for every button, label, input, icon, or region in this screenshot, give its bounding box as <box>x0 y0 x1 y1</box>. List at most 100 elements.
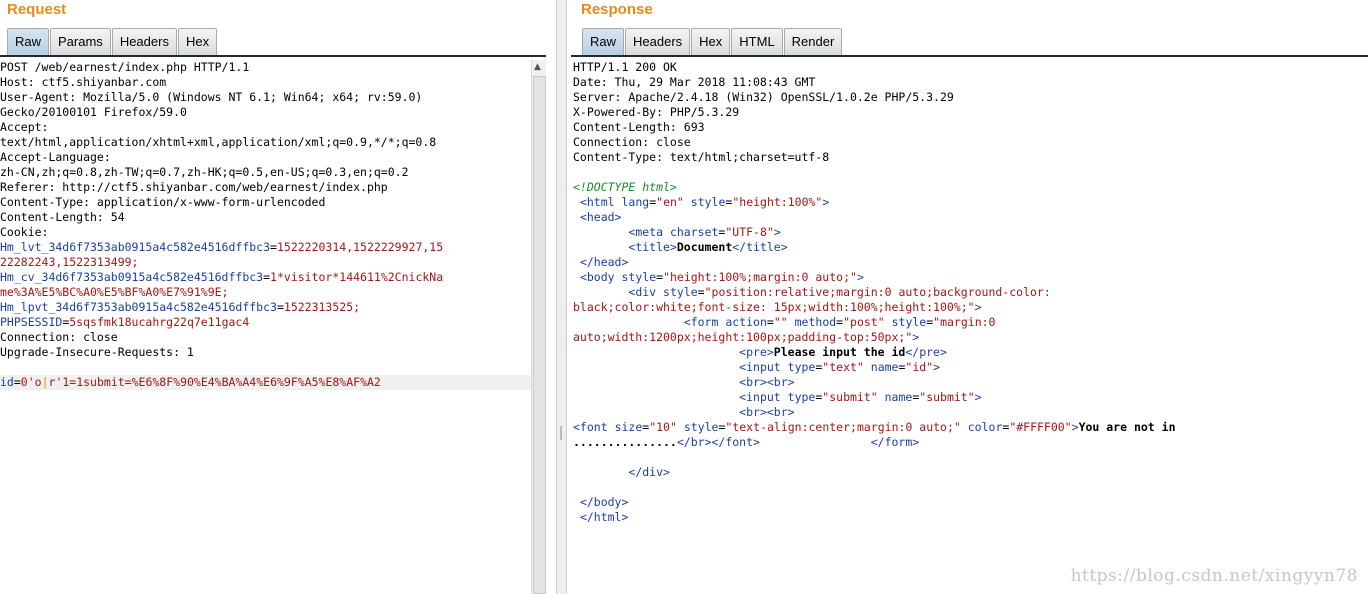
code-token: Document <box>676 240 733 254</box>
code-token: 1*visitor*144611%2CnickNa <box>270 270 444 284</box>
code-token: 0'o <box>20 375 42 389</box>
code-token: id <box>0 375 14 389</box>
code-line: Server: Apache/2.4.18 (Win32) OpenSSL/1.… <box>573 90 1368 105</box>
tab-params[interactable]: Params <box>50 28 111 55</box>
code-token: Gecko/20100101 Firefox/59.0 <box>0 105 187 119</box>
code-line: </head> <box>573 255 1368 270</box>
code-token: style <box>891 315 927 329</box>
code-line: Cookie: <box>0 225 531 240</box>
code-line: Accept-Language: <box>0 150 531 165</box>
response-editor[interactable]: HTTP/1.1 200 OK Date: Thu, 29 Mar 2018 11… <box>573 60 1368 594</box>
code-line: <form action="" method="post" style="mar… <box>573 315 1368 330</box>
code-token: type <box>787 360 816 374</box>
tab-raw[interactable]: Raw <box>582 28 625 55</box>
code-line: </div> <box>573 465 1368 480</box>
code-line: me%3A%E5%BC%A0%E5%BF%A0%E7%91%9E; <box>0 285 531 300</box>
code-line: <br><br> <box>573 375 1368 390</box>
code-token: "en" <box>656 195 684 209</box>
code-token: "post" <box>843 315 885 329</box>
code-token: color <box>967 420 1003 434</box>
tab-hex[interactable]: Hex <box>691 28 731 55</box>
request-editor[interactable]: POST /web/earnest/index.php HTTP/1.1 Host… <box>0 60 531 594</box>
code-token: "margin:0 <box>933 315 996 329</box>
scroll-up-icon[interactable]: ▲ <box>534 62 541 72</box>
code-token: </pre> <box>905 345 947 359</box>
code-line: <br><br> <box>573 405 1368 420</box>
text-caret: | <box>41 375 49 389</box>
code-token: > <box>974 390 982 404</box>
code-token: "position:relative;margin:0 auto;backgro… <box>704 285 1051 299</box>
code-token: </br></font> <box>676 435 760 449</box>
code-line: Hm_cv_34d6f7353ab0915a4c582e4516dffbc3=1… <box>0 270 531 285</box>
code-token: <br><br> <box>739 375 795 389</box>
code-token: <input <box>739 360 781 374</box>
code-token: Accept-Language: <box>0 150 111 164</box>
tab-html[interactable]: HTML <box>731 28 783 55</box>
code-line: Referer: http://ctf5.shiyanbar.com/web/e… <box>0 180 531 195</box>
request-scrollbar[interactable]: ▲ <box>531 60 546 594</box>
code-token: zh-CN,zh;q=0.8,zh-TW;q=0.7,zh-HK;q=0.5,e… <box>0 165 409 179</box>
code-token: Connection: close <box>0 330 118 344</box>
code-line: Date: Thu, 29 Mar 2018 11:08:43 GMT <box>573 75 1368 90</box>
code-token: charset <box>669 225 719 239</box>
code-token: = <box>13 375 21 389</box>
code-token: <head> <box>579 210 622 224</box>
code-line: Hm_lvt_34d6f7353ab0915a4c582e4516dffbc3=… <box>0 240 531 255</box>
panel-splitter[interactable] <box>556 0 567 594</box>
code-line: <pre>Please input the id</pre> <box>573 345 1368 360</box>
code-token: > <box>974 300 982 314</box>
code-line: black;color:white;font-size: 15px;width:… <box>573 300 1368 315</box>
code-line: text/html,application/xhtml+xml,applicat… <box>0 135 531 150</box>
code-token: lang <box>621 195 650 209</box>
code-line: auto;width:1200px;height:100px;padding-t… <box>573 330 1368 345</box>
code-line: HTTP/1.1 200 OK <box>573 60 1368 75</box>
code-line: Gecko/20100101 Firefox/59.0 <box>0 105 531 120</box>
code-line: Content-Type: application/x-www-form-url… <box>0 195 531 210</box>
code-token: Accept: <box>0 120 49 134</box>
tab-headers[interactable]: Headers <box>625 28 691 55</box>
code-line: <font size="10" style="text-align:center… <box>573 420 1368 435</box>
code-token: style <box>683 420 719 434</box>
response-tabs: Raw Headers Hex HTML Render <box>582 28 843 56</box>
tab-raw[interactable]: Raw <box>7 28 50 55</box>
code-token: > <box>773 225 781 239</box>
code-token: Referer: http://ctf5.shiyanbar.com/web/e… <box>0 180 388 194</box>
tab-hex[interactable]: Hex <box>177 28 218 55</box>
code-token: "id" <box>905 360 934 374</box>
code-token: Content-Length: 54 <box>0 210 125 224</box>
code-token: "submit" <box>822 390 878 404</box>
code-line: Accept: <box>0 120 531 135</box>
code-line: Content-Length: 693 <box>573 120 1368 135</box>
code-token: 1522220314,1522229927,15 <box>276 240 444 254</box>
code-token: 22282243,1522313499; <box>0 255 139 269</box>
code-token: name <box>870 360 899 374</box>
code-token: Server: Apache/2.4.18 (Win32) OpenSSL/1.… <box>573 90 954 104</box>
tab-headers[interactable]: Headers <box>111 28 177 55</box>
scrollbar-thumb[interactable] <box>533 76 546 594</box>
code-line: <head> <box>573 210 1368 225</box>
code-token: POST /web/earnest/index.php HTTP/1.1 <box>0 60 250 74</box>
code-token: method <box>794 315 837 329</box>
code-token: <br><br> <box>739 405 795 419</box>
code-line: </html> <box>573 510 1368 525</box>
tab-render[interactable]: Render <box>783 28 843 55</box>
code-token: "UTF-8" <box>725 225 774 239</box>
code-token: <pre> <box>739 345 774 359</box>
code-token: > <box>822 195 830 209</box>
code-token: name <box>884 390 913 404</box>
code-line: Connection: close <box>573 135 1368 150</box>
response-title: Response <box>581 1 653 18</box>
code-token: action <box>725 315 767 329</box>
code-line: id=0'o|r'1=1submit=%E6%8F%90%E4%BA%A4%E6… <box>0 375 531 390</box>
